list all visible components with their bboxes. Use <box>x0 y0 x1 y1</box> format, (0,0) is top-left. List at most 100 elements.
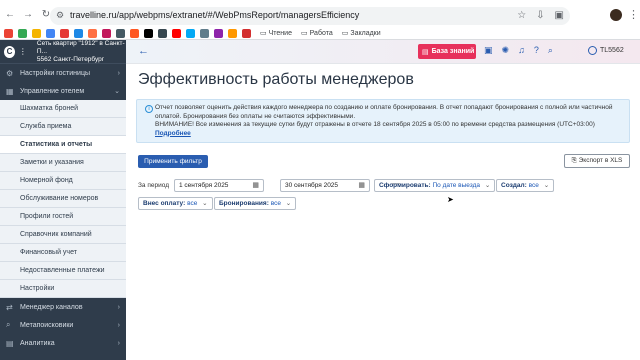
sidebar: C ⋮ Сеть квартир "1912" в Санкт-П... 556… <box>0 40 126 360</box>
bookmark-folder[interactable]: ▭ Работа <box>300 29 333 38</box>
form-by-dropdown[interactable]: Сформировать: По дате выезда ⌄ <box>374 179 496 192</box>
created-by-dropdown[interactable]: Создал: все ⌄ <box>496 179 555 192</box>
sidebar-subitem[interactable]: Статистика и отчеты <box>0 136 126 154</box>
sidebar-item-channel-manager[interactable]: ⇄ Менеджер каналов › <box>0 298 126 316</box>
user-name: TL5562 <box>600 47 624 54</box>
sidebar-item-metasearch[interactable]: ⌕ Метапоисковики › <box>0 316 126 334</box>
help-icon[interactable]: ? <box>534 45 539 56</box>
bookmark-favicon[interactable] <box>200 28 209 38</box>
grid-icon: ▦ <box>6 86 14 96</box>
bookmark-favicon[interactable] <box>214 28 223 38</box>
mouse-cursor-icon: ➤ <box>447 195 454 204</box>
bell-icon[interactable]: ♫ <box>518 45 525 56</box>
sidebar-submenu: Шахматка броней Служба приема Статистика и… <box>0 100 126 298</box>
book-icon: ▤ <box>422 48 429 56</box>
sidebar-subitem[interactable]: Заметки и указания <box>0 154 126 172</box>
profile-avatar[interactable] <box>610 9 622 21</box>
bookmark-favicon[interactable] <box>88 28 97 38</box>
site-info-icon[interactable]: ⚙ <box>56 10 68 22</box>
info-warning: ВНИМАНИЕ! Все изменения за текущие сутки… <box>155 121 595 128</box>
bookmarks-bar: ▭ Чтение ▭ Работа ▭ Закладки <box>4 26 381 40</box>
chevron-right-icon: › <box>117 321 120 329</box>
browser-nav: ← → ↻ <box>4 9 52 21</box>
bookmark-favicon[interactable] <box>144 28 153 38</box>
forward-icon[interactable]: → <box>22 9 34 21</box>
user-menu[interactable]: TL5562 <box>588 46 624 55</box>
bookmark-favicon[interactable] <box>116 28 125 38</box>
bookings-dropdown[interactable]: Бронирования: все ⌄ <box>214 197 297 210</box>
info-text: Отчет позволяет оценить действия каждого… <box>155 104 613 120</box>
back-arrow-icon[interactable]: ← <box>138 45 149 57</box>
sidebar-subitem[interactable]: Финансовый учет <box>0 244 126 262</box>
paid-by-dropdown[interactable]: Внес оплату: все ⌄ <box>138 197 213 210</box>
page-title: Эффективность работы менеджеров <box>138 71 414 88</box>
bookmark-favicon[interactable] <box>228 28 237 38</box>
bookmark-favicon[interactable] <box>130 28 139 38</box>
bookmark-folder[interactable]: ▭ Чтение <box>260 29 292 38</box>
back-icon[interactable]: ← <box>4 9 16 21</box>
browser-menu-icon[interactable]: ⋮ <box>628 8 639 21</box>
bookmark-favicon[interactable] <box>4 28 13 38</box>
chevron-right-icon: › <box>117 303 120 311</box>
date-to-field[interactable]: 30 сентября 2025 ▦ <box>280 179 370 192</box>
hotel-selector[interactable]: C ⋮ Сеть квартир "1912" в Санкт-П... 556… <box>0 40 126 64</box>
knowledge-base-button[interactable]: ▤ База знаний <box>418 44 476 59</box>
download-icon[interactable]: ⇩ <box>536 10 544 21</box>
sidebar-subitem[interactable]: Недоставленные платежи <box>0 262 126 280</box>
date-from-field[interactable]: 1 сентября 2025 ▦ <box>174 179 264 192</box>
folder-icon: ▭ <box>300 30 308 37</box>
sidebar-subitem[interactable]: Профили гостей <box>0 208 126 226</box>
url-text: travelline.ru/app/webpms/extranet/#/WebP… <box>70 10 360 20</box>
settings-icon[interactable]: ✺ <box>502 45 510 56</box>
chevron-down-icon: ⌄ <box>202 200 208 207</box>
chevron-right-icon: › <box>117 69 120 77</box>
bookmark-favicon[interactable] <box>74 28 83 38</box>
bookmark-favicon[interactable] <box>172 28 181 38</box>
export-xls-button[interactable]: ⎘ Экспорт в XLS <box>564 154 630 168</box>
info-icon: i <box>145 105 153 113</box>
top-bar: ← ▤ База знаний ▣ ✺ ♫ ? ⌕ TL5562 <box>126 40 640 64</box>
news-icon[interactable]: ▣ <box>484 45 493 56</box>
bookmark-favicon[interactable] <box>242 28 251 38</box>
bookmark-favicon[interactable] <box>32 28 41 38</box>
bookmark-favicon[interactable] <box>102 28 111 38</box>
search-icon[interactable]: ⌕ <box>548 45 553 56</box>
sidebar-subitem[interactable]: Шахматка броней <box>0 100 126 118</box>
bookmark-favicon[interactable] <box>186 28 195 38</box>
sidebar-subitem[interactable]: Справочник компаний <box>0 226 126 244</box>
hotel-name: Сеть квартир "1912" в Санкт-П... <box>36 39 125 55</box>
browser-chrome: ← → ↻ ⚙ travelline.ru/app/webpms/extrane… <box>0 0 640 40</box>
sidebar-subitem[interactable]: Настройки <box>0 280 126 298</box>
bookmark-folder[interactable]: ▭ Закладки <box>342 29 381 38</box>
chevron-right-icon: › <box>117 339 120 347</box>
calendar-icon[interactable]: ▦ <box>358 180 365 191</box>
sidebar-subitem[interactable]: Обслуживание номеров <box>0 190 126 208</box>
chevron-down-icon: ⌄ <box>543 182 550 189</box>
chevron-down-icon: ⌄ <box>114 88 120 95</box>
more-link[interactable]: Подробнее <box>155 130 191 137</box>
channels-icon: ⇄ <box>6 302 13 312</box>
export-icon: ⎘ <box>571 157 577 164</box>
sidebar-item-analytics[interactable]: ▤ Аналитика › <box>0 334 126 352</box>
star-icon[interactable]: ☆ <box>517 10 526 21</box>
bookmark-favicon[interactable] <box>60 28 69 38</box>
extensions-icon[interactable]: ▣ <box>555 10 564 21</box>
period-label: За период <box>138 182 169 189</box>
sidebar-item-hotel-management[interactable]: ▦ Управление отелем ⌄ <box>0 82 126 100</box>
folder-icon: ▭ <box>260 30 267 37</box>
hotel-sub: 5562 Санкт-Петербург <box>36 55 105 63</box>
apply-filter-button[interactable]: Применить фильтр <box>138 155 208 168</box>
info-box: i Отчет позволяет оценить действия каждо… <box>136 99 630 143</box>
sidebar-item-hotel-settings[interactable]: ⚙ Настройки гостиницы › <box>0 64 126 82</box>
address-bar[interactable]: ⚙ travelline.ru/app/webpms/extranet/#/We… <box>50 7 570 25</box>
calendar-icon[interactable]: ▦ <box>252 180 259 191</box>
chevron-down-icon: ⌄ <box>285 200 292 207</box>
sidebar-subitem[interactable]: Служба приема <box>0 118 126 136</box>
sidebar-subitem[interactable]: Номерной фонд <box>0 172 126 190</box>
bookmark-favicon[interactable] <box>18 28 27 38</box>
hotel-menu-icon[interactable]: ⋮ <box>19 47 27 56</box>
bookmark-favicon[interactable] <box>46 28 55 38</box>
chart-icon: ▤ <box>6 338 14 348</box>
main-content: Эффективность работы менеджеров i Отчет … <box>126 64 640 360</box>
bookmark-favicon[interactable] <box>158 28 167 38</box>
